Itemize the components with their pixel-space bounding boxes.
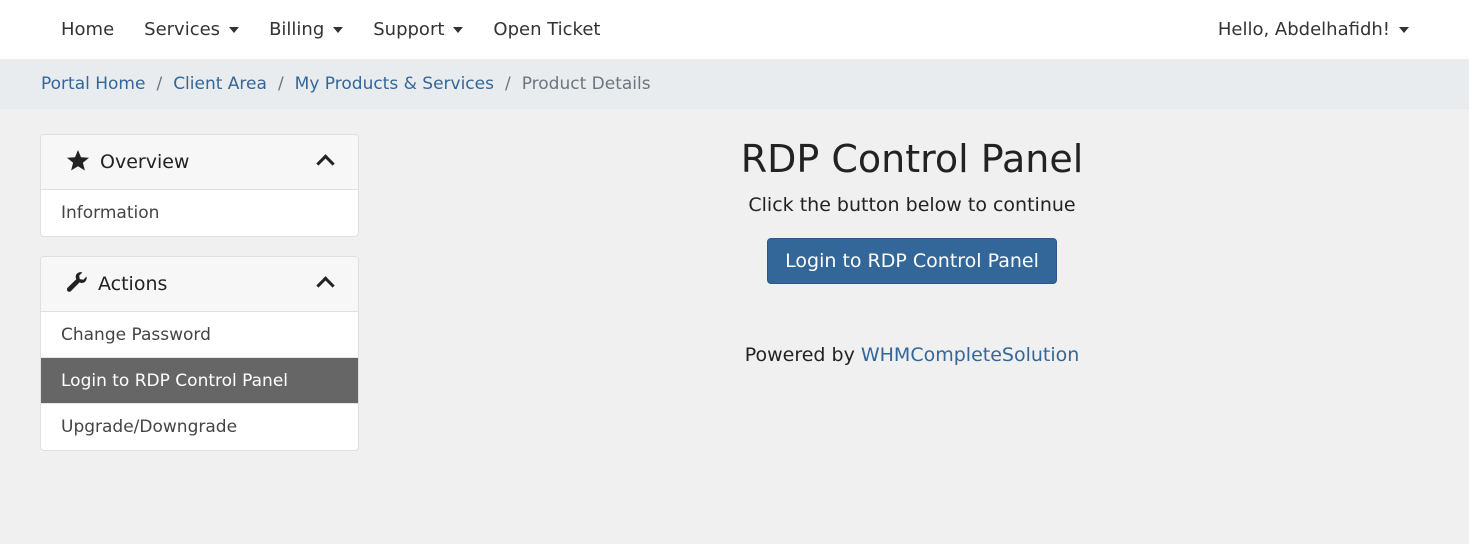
sidebar-item-upgrade-downgrade[interactable]: Upgrade/Downgrade (41, 404, 358, 450)
breadcrumb-client-area[interactable]: Client Area (173, 74, 267, 94)
overview-panel: Overview Information (40, 134, 359, 237)
sidebar-item-information[interactable]: Information (41, 190, 358, 236)
powered-by: Powered by WHMCompleteSolution (460, 344, 1364, 366)
powered-by-text: Powered by (744, 344, 855, 366)
caret-down-icon (1399, 26, 1409, 33)
nav-services-label: Services (144, 19, 221, 40)
sidebar-item-label: Information (61, 203, 160, 223)
sidebar-item-change-password[interactable]: Change Password (41, 312, 358, 358)
nav-support[interactable]: Support (373, 19, 464, 40)
page-subtitle: Click the button below to continue (748, 194, 1076, 216)
nav-open-ticket-label: Open Ticket (493, 19, 601, 40)
sidebar-item-label: Upgrade/Downgrade (61, 417, 238, 437)
main-content: RDP Control Panel Click the button below… (460, 130, 1364, 366)
actions-panel-header[interactable]: Actions (41, 257, 358, 312)
nav-menu: Home Services Billing Support Open Ticke… (61, 19, 630, 40)
overview-title: Overview (100, 151, 190, 173)
breadcrumb-portal-home[interactable]: Portal Home (41, 74, 145, 94)
nav-home-label: Home (61, 19, 115, 40)
chevron-up-icon[interactable] (316, 276, 335, 295)
breadcrumb: Portal Home / Client Area / My Products … (0, 59, 1469, 109)
actions-title: Actions (98, 273, 168, 295)
breadcrumb-products-services[interactable]: My Products & Services (295, 74, 494, 94)
overview-panel-header[interactable]: Overview (41, 135, 358, 190)
wrench-icon (66, 271, 88, 297)
caret-down-icon (453, 26, 464, 33)
nav-home[interactable]: Home (61, 19, 114, 40)
powered-by-link[interactable]: WHMCompleteSolution (861, 344, 1079, 366)
caret-down-icon (229, 26, 240, 33)
top-navbar: Home Services Billing Support Open Ticke… (0, 0, 1469, 59)
sidebar-item-label: Change Password (61, 324, 211, 345)
nav-support-label: Support (373, 19, 445, 40)
nav-services[interactable]: Services (144, 19, 240, 40)
user-menu[interactable]: Hello, Abdelhafidh! (1218, 19, 1409, 40)
actions-panel: Actions Change Password Login to RDP Con… (40, 256, 359, 451)
breadcrumb-separator: / (156, 74, 163, 94)
nav-open-ticket[interactable]: Open Ticket (493, 19, 600, 40)
page-title: RDP Control Panel (740, 137, 1084, 181)
user-greeting: Hello, Abdelhafidh! (1217, 19, 1390, 40)
sidebar-item-label: Login to RDP Control Panel (61, 370, 289, 391)
breadcrumb-separator: / (277, 74, 284, 94)
breadcrumb-current: Product Details (521, 74, 651, 94)
breadcrumb-separator: / (504, 74, 511, 94)
login-rdp-button[interactable]: Login to RDP Control Panel (767, 238, 1057, 284)
star-icon (66, 149, 90, 175)
nav-billing[interactable]: Billing (269, 19, 344, 40)
caret-down-icon (333, 26, 344, 33)
chevron-up-icon[interactable] (316, 154, 335, 173)
nav-billing-label: Billing (269, 19, 325, 40)
sidebar-item-login-rdp[interactable]: Login to RDP Control Panel (41, 358, 358, 404)
